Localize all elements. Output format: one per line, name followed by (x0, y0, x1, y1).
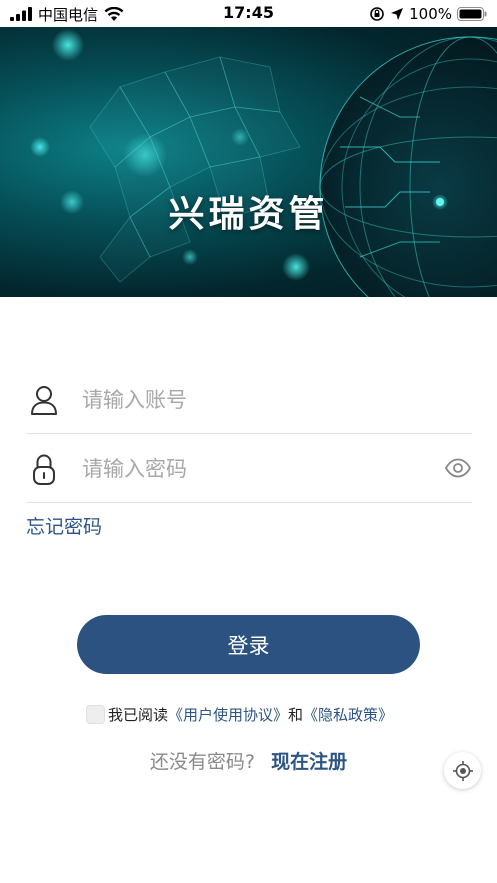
agreement-prefix: 我已阅读 (108, 705, 169, 724)
status-bar: 中国电信 17:45 100% (0, 0, 497, 27)
agreement-checkbox[interactable] (86, 704, 105, 724)
forgot-password-link[interactable]: 忘记密码 (26, 512, 102, 539)
user-agreement-link[interactable]: 《用户使用协议》 (168, 704, 288, 725)
register-question: 还没有密码? (149, 751, 256, 773)
rotation-lock-icon (370, 7, 384, 21)
account-field (26, 366, 472, 434)
user-icon (31, 386, 57, 415)
register-link[interactable]: 现在注册 (271, 751, 347, 773)
locate-button[interactable] (444, 752, 481, 789)
register-row: 还没有密码? 现在注册 (0, 747, 497, 774)
agreement-row: 我已阅读 《用户使用协议》 和 《隐私政策》 (86, 703, 393, 725)
battery-icon (457, 7, 487, 21)
login-button[interactable]: 登录 (77, 615, 420, 674)
location-arrow-icon (391, 8, 404, 20)
locate-icon (452, 760, 473, 781)
battery-percent: 100% (409, 5, 452, 23)
agreement-and: 和 (288, 705, 304, 724)
password-field (26, 435, 472, 503)
banner-artwork (30, 29, 497, 297)
eye-icon[interactable] (444, 457, 472, 479)
app-title: 兴瑞资管 (168, 194, 329, 235)
password-input[interactable] (82, 453, 422, 485)
header-banner: 兴瑞资管 (0, 27, 497, 297)
status-right: 100% (369, 4, 487, 24)
lock-icon (33, 454, 55, 485)
privacy-policy-link[interactable]: 《隐私政策》 (303, 704, 393, 725)
account-input[interactable] (82, 384, 422, 416)
